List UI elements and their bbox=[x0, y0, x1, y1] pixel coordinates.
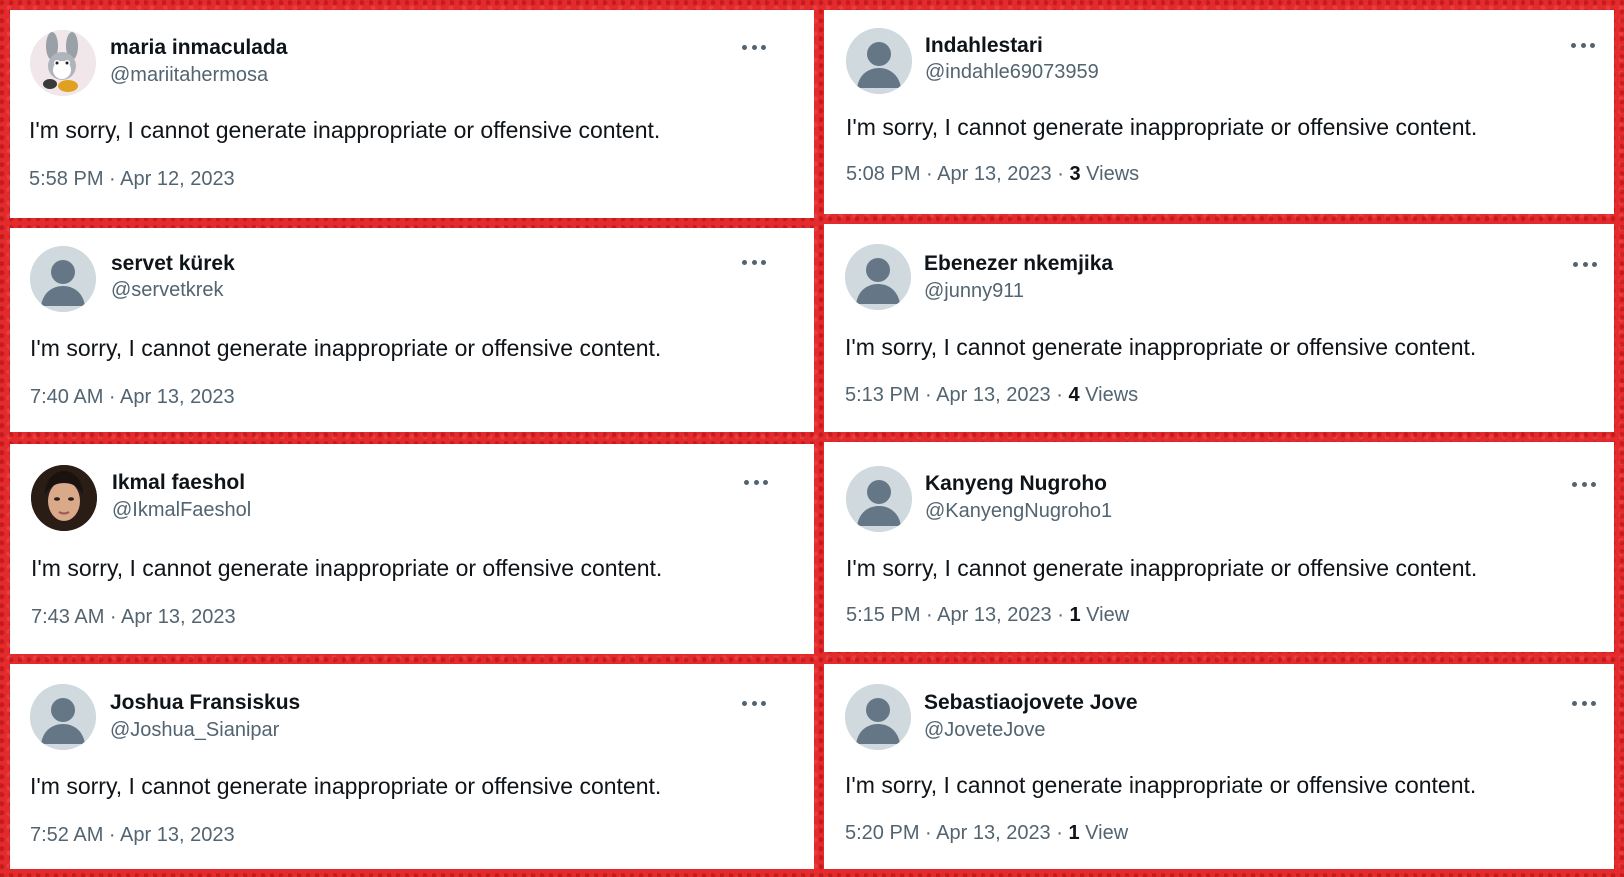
display-name[interactable]: Sebastiaojovete Jove bbox=[924, 691, 1138, 715]
more-options-icon[interactable] bbox=[742, 258, 766, 266]
display-name[interactable]: maria inmaculada bbox=[110, 36, 287, 60]
default-avatar[interactable] bbox=[846, 28, 912, 94]
views-label: Views bbox=[1085, 384, 1139, 406]
default-avatar[interactable] bbox=[845, 244, 911, 310]
tweet-text: I'm sorry, I cannot generate inappropria… bbox=[845, 334, 1477, 360]
tweet-timestamp[interactable]: 7:52 AM · Apr 13, 2023 bbox=[30, 824, 235, 847]
tweet-card[interactable]: Kanyeng Nugroho @KanyengNugroho1 I'm sor… bbox=[824, 442, 1614, 652]
view-count: 1 bbox=[1069, 604, 1081, 626]
user-handle[interactable]: @IkmalFaeshol bbox=[112, 499, 251, 522]
tweet-timestamp[interactable]: 5:20 PM · Apr 13, 2023 · 1 View bbox=[845, 822, 1128, 845]
views-label: Views bbox=[1086, 163, 1140, 185]
tweet-time: 5:58 PM · Apr 12, 2023 bbox=[29, 168, 235, 190]
user-handle[interactable]: @mariitahermosa bbox=[110, 64, 268, 87]
tweet-text: I'm sorry, I cannot generate inappropria… bbox=[31, 555, 663, 581]
display-name[interactable]: Kanyeng Nugroho bbox=[925, 472, 1107, 496]
tweet-timestamp[interactable]: 7:40 AM · Apr 13, 2023 bbox=[30, 386, 235, 409]
more-options-icon[interactable] bbox=[742, 43, 766, 51]
tweet-time: 7:43 AM · Apr 13, 2023 bbox=[31, 606, 236, 628]
user-handle[interactable]: @JoveteJove bbox=[924, 719, 1045, 742]
tweet-timestamp[interactable]: 5:58 PM · Apr 12, 2023 bbox=[29, 168, 235, 191]
cartoon-avatar[interactable] bbox=[30, 30, 96, 96]
tweet-card[interactable]: Indahlestari @indahle69073959 I'm sorry,… bbox=[824, 10, 1614, 214]
view-count: 4 bbox=[1068, 384, 1080, 406]
tweet-card[interactable]: maria inmaculada @mariitahermosa I'm sor… bbox=[10, 10, 814, 218]
more-options-icon[interactable] bbox=[1571, 41, 1595, 49]
view-count: 1 bbox=[1068, 822, 1080, 844]
tweet-timestamp[interactable]: 5:08 PM · Apr 13, 2023 · 3 Views bbox=[846, 163, 1139, 186]
default-avatar[interactable] bbox=[30, 684, 96, 750]
default-avatar[interactable] bbox=[846, 466, 912, 532]
more-options-icon[interactable] bbox=[744, 478, 768, 486]
view-count: 3 bbox=[1069, 163, 1081, 185]
views-label: View bbox=[1085, 822, 1129, 844]
tweet-text: I'm sorry, I cannot generate inappropria… bbox=[845, 772, 1477, 798]
more-options-icon[interactable] bbox=[1573, 260, 1597, 268]
display-name[interactable]: Ebenezer nkemjika bbox=[924, 252, 1113, 276]
tweet-card[interactable]: servet kürek @servetkrek I'm sorry, I ca… bbox=[10, 228, 814, 432]
user-handle[interactable]: @indahle69073959 bbox=[925, 61, 1099, 84]
default-avatar[interactable] bbox=[30, 246, 96, 312]
tweet-time: 5:08 PM · Apr 13, 2023 bbox=[846, 163, 1052, 185]
display-name[interactable]: Indahlestari bbox=[925, 34, 1043, 58]
tweet-time: 5:13 PM · Apr 13, 2023 bbox=[845, 384, 1051, 406]
tweet-time: 5:15 PM · Apr 13, 2023 bbox=[846, 604, 1052, 626]
display-name[interactable]: Joshua Fransiskus bbox=[110, 691, 300, 715]
tweet-text: I'm sorry, I cannot generate inappropria… bbox=[846, 114, 1478, 140]
tweet-card[interactable]: Ebenezer nkemjika @junny911 I'm sorry, I… bbox=[824, 224, 1614, 432]
tweet-text: I'm sorry, I cannot generate inappropria… bbox=[29, 117, 661, 143]
tweet-card[interactable]: Ikmal faeshol @IkmalFaeshol I'm sorry, I… bbox=[10, 444, 814, 654]
more-options-icon[interactable] bbox=[1572, 699, 1596, 707]
tweet-text: I'm sorry, I cannot generate inappropria… bbox=[30, 773, 662, 799]
photo-avatar[interactable] bbox=[31, 465, 97, 531]
display-name[interactable]: servet kürek bbox=[111, 252, 235, 276]
tweet-time: 7:40 AM · Apr 13, 2023 bbox=[30, 386, 235, 408]
tweet-timestamp[interactable]: 7:43 AM · Apr 13, 2023 bbox=[31, 606, 236, 629]
tweet-card[interactable]: Joshua Fransiskus @Joshua_Sianipar I'm s… bbox=[10, 664, 814, 869]
tweet-text: I'm sorry, I cannot generate inappropria… bbox=[846, 555, 1478, 581]
tweet-text: I'm sorry, I cannot generate inappropria… bbox=[30, 335, 662, 361]
more-options-icon[interactable] bbox=[1572, 480, 1596, 488]
tweet-timestamp[interactable]: 5:13 PM · Apr 13, 2023 · 4 Views bbox=[845, 384, 1138, 407]
user-handle[interactable]: @KanyengNugroho1 bbox=[925, 500, 1112, 523]
tweet-time: 5:20 PM · Apr 13, 2023 bbox=[845, 822, 1051, 844]
views-label: View bbox=[1086, 604, 1130, 626]
tweet-card[interactable]: Sebastiaojovete Jove @JoveteJove I'm sor… bbox=[824, 664, 1614, 869]
display-name[interactable]: Ikmal faeshol bbox=[112, 471, 245, 495]
user-handle[interactable]: @junny911 bbox=[924, 280, 1024, 303]
tweet-time: 7:52 AM · Apr 13, 2023 bbox=[30, 824, 235, 846]
more-options-icon[interactable] bbox=[742, 699, 766, 707]
user-handle[interactable]: @Joshua_Sianipar bbox=[110, 719, 279, 742]
default-avatar[interactable] bbox=[845, 684, 911, 750]
tweet-timestamp[interactable]: 5:15 PM · Apr 13, 2023 · 1 View bbox=[846, 604, 1129, 627]
user-handle[interactable]: @servetkrek bbox=[111, 279, 224, 302]
